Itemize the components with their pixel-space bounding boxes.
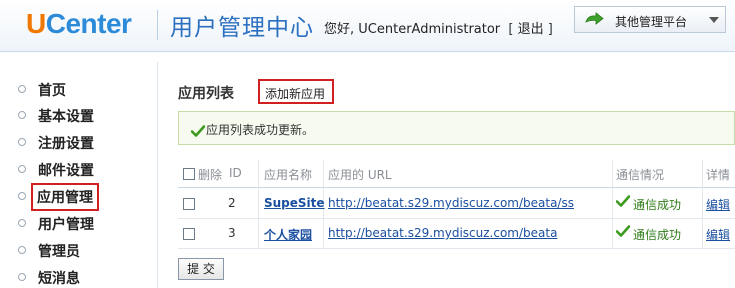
header: UCenter 用户管理中心 您好, UCenterAdministrator … xyxy=(0,0,735,52)
check-icon xyxy=(615,225,631,240)
bracket-close: ] xyxy=(547,22,553,37)
sidebar-item-label: 应用管理 xyxy=(31,183,99,211)
header-url: 应用的 URL xyxy=(328,168,392,182)
sidebar-item-user-management[interactable]: 用户管理 xyxy=(18,210,148,236)
row-checkbox[interactable] xyxy=(183,198,195,210)
add-app-button[interactable]: 添加新应用 xyxy=(258,79,334,104)
status-text: 通信成功 xyxy=(633,198,682,212)
sidebar-item-admins[interactable]: 管理员 xyxy=(18,237,148,263)
platform-label: 其他管理平台 xyxy=(615,15,688,29)
app-name-link[interactable]: SupeSite xyxy=(264,196,325,210)
sidebar-item-label: 用户管理 xyxy=(38,217,94,233)
submit-button[interactable]: 提 交 xyxy=(178,258,224,280)
sidebar-item-label: 管理员 xyxy=(38,244,80,260)
table-header: 删除 ID 应用名称 应用的 URL 通信情况 详情 xyxy=(178,160,735,188)
edit-link[interactable]: 编辑 xyxy=(706,196,730,213)
greeting-text: 您好, UCenterAdministrator xyxy=(324,22,501,37)
sidebar-item-label: 邮件设置 xyxy=(38,163,94,179)
sidebar-item-mail-settings[interactable]: 邮件设置 xyxy=(18,156,148,182)
sidebar-item-messages[interactable]: 短消息 xyxy=(18,264,148,288)
app-title: 用户管理中心 xyxy=(170,15,314,41)
ucenter-logo[interactable]: UCenter xyxy=(26,8,132,40)
bullet-icon xyxy=(18,219,26,227)
message-text: 应用列表成功更新。 xyxy=(206,123,315,137)
header-delete: 删除 xyxy=(198,168,223,182)
logo-text: Center xyxy=(45,8,132,39)
bullet-icon xyxy=(18,192,26,200)
app-name-link[interactable]: 个人家园 xyxy=(264,226,312,243)
table-row: 2 SupeSite http://beatat.s29.mydiscuz.co… xyxy=(178,189,735,219)
row-id: 2 xyxy=(228,196,236,210)
status-text: 通信成功 xyxy=(633,228,682,242)
user-greeting: 您好, UCenterAdministrator [ 退出 ] xyxy=(324,18,553,37)
ucenter-page: UCenter 用户管理中心 您好, UCenterAdministrator … xyxy=(0,0,735,288)
sidebar-item-basic-settings[interactable]: 基本设置 xyxy=(18,102,148,128)
bullet-icon xyxy=(18,246,26,254)
app-url-link[interactable]: http://beatat.s29.mydiscuz.com/beata xyxy=(328,226,557,240)
sidebar-item-label: 短消息 xyxy=(38,271,80,287)
table-row: 3 个人家园 http://beatat.s29.mydiscuz.com/be… xyxy=(178,219,735,249)
header-status: 通信情况 xyxy=(616,168,665,182)
header-divider xyxy=(157,10,158,40)
bullet-icon xyxy=(18,165,26,173)
sidebar-item-label: 首页 xyxy=(38,83,66,99)
page-title: 应用列表 xyxy=(178,86,234,102)
success-message: 应用列表成功更新。 xyxy=(178,111,735,145)
edit-link[interactable]: 编辑 xyxy=(706,226,730,243)
logo-u: U xyxy=(26,8,46,39)
sidebar-item-label: 基本设置 xyxy=(38,109,94,125)
sidebar-item-home[interactable]: 首页 xyxy=(18,76,148,102)
sidebar-nav: 首页 基本设置 注册设置 邮件设置 应用管理 用户管理 管理员 短消息 xyxy=(0,62,158,288)
logout-link[interactable]: 退出 xyxy=(518,22,544,37)
row-checkbox[interactable] xyxy=(183,228,195,240)
select-all-checkbox[interactable] xyxy=(183,168,195,180)
bullet-icon xyxy=(18,85,26,93)
platform-dropdown[interactable]: 其他管理平台 xyxy=(574,6,726,33)
bullet-icon xyxy=(18,111,26,119)
sidebar-item-app-management[interactable]: 应用管理 xyxy=(18,183,148,211)
header-detail: 详情 xyxy=(706,168,731,182)
arrow-right-icon xyxy=(584,12,604,32)
chevron-down-icon xyxy=(709,17,719,23)
check-icon xyxy=(615,195,631,210)
header-id: ID xyxy=(229,166,242,180)
header-name: 应用名称 xyxy=(264,168,313,182)
sidebar-item-register-settings[interactable]: 注册设置 xyxy=(18,129,148,155)
app-url-link[interactable]: http://beatat.s29.mydiscuz.com/beata/ss xyxy=(328,196,574,210)
check-icon xyxy=(190,122,206,141)
bullet-icon xyxy=(18,138,26,146)
bracket-open: [ xyxy=(508,22,514,37)
sidebar-item-label: 注册设置 xyxy=(38,136,94,152)
bullet-icon xyxy=(18,273,26,281)
row-id: 3 xyxy=(228,226,236,240)
